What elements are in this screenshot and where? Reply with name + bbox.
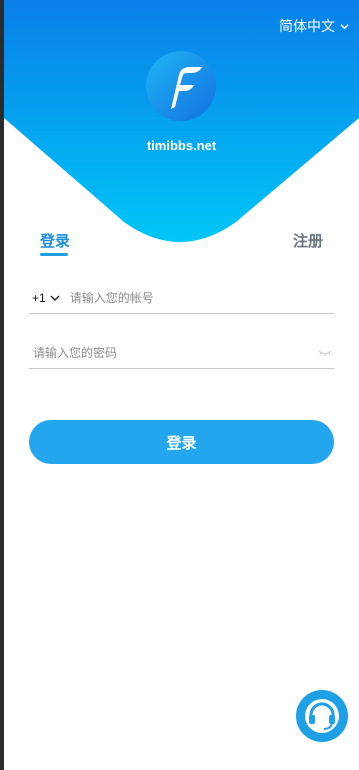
tab-login-label: 登录	[40, 233, 71, 250]
password-field	[29, 338, 334, 369]
login-page: 简体中文 timibbs.net 登录 注册 +1 请输入您的帐号 登录	[0, 0, 359, 770]
language-selector[interactable]: 简体中文	[279, 16, 349, 36]
country-code-label: +1	[32, 291, 46, 305]
window-edge	[0, 0, 4, 770]
login-button[interactable]: 登录	[29, 420, 334, 464]
active-tab-indicator	[40, 253, 68, 256]
eye-closed-icon[interactable]	[318, 349, 332, 357]
headset-icon	[305, 699, 339, 733]
chevron-down-icon	[340, 23, 349, 29]
site-name: timibbs.net	[146, 138, 217, 153]
tab-register-label: 注册	[292, 233, 323, 250]
header-background	[4, 0, 359, 242]
language-label: 简体中文	[279, 18, 335, 34]
password-input[interactable]	[29, 341, 318, 365]
chevron-down-icon	[50, 295, 60, 301]
tab-login[interactable]: 登录	[40, 230, 71, 256]
account-input[interactable]	[69, 286, 334, 310]
header-banner	[4, 0, 359, 250]
country-code-selector[interactable]: +1	[32, 291, 60, 305]
f-logo-icon	[146, 51, 216, 121]
auth-tabs: 登录 注册	[40, 230, 323, 260]
customer-support-button[interactable]	[296, 690, 348, 742]
account-field: +1	[29, 283, 334, 314]
tab-register[interactable]: 注册	[293, 230, 323, 251]
